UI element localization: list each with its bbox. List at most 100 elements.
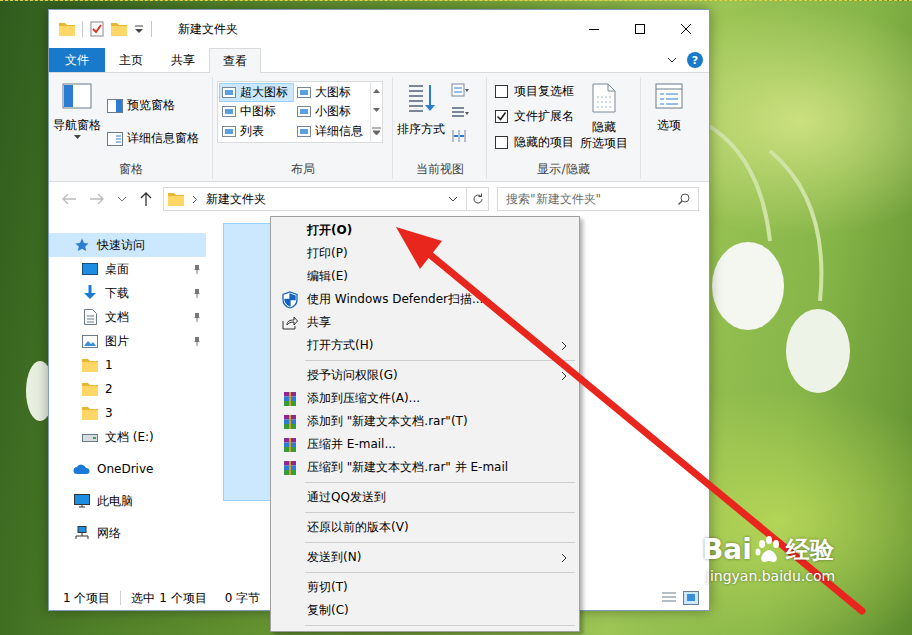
checkbox[interactable] xyxy=(495,85,508,98)
sidebar-item[interactable]: 桌面 xyxy=(49,257,206,281)
recent-dropdown-icon[interactable] xyxy=(117,195,127,203)
sidebar-item[interactable]: 2 xyxy=(49,377,206,401)
minimize-button[interactable] xyxy=(571,10,617,48)
layout-scroll[interactable] xyxy=(370,82,382,142)
sort-button[interactable]: 排序方式 xyxy=(397,77,445,161)
sidebar-item[interactable]: 快速访问 xyxy=(49,233,206,257)
search-icon xyxy=(678,193,690,205)
pin-icon[interactable] xyxy=(192,336,202,346)
checkbox-row[interactable]: 项目复选框 xyxy=(495,83,574,100)
menu-item[interactable]: 发送到(N) xyxy=(273,546,577,569)
pictures-icon xyxy=(82,335,98,348)
sidebar-item[interactable]: 3 xyxy=(49,401,206,425)
winrar-icon xyxy=(282,460,298,476)
window-title: 新建文件夹 xyxy=(178,21,238,38)
collapse-ribbon-icon[interactable] xyxy=(667,56,677,64)
title-bar: 新建文件夹 xyxy=(49,10,709,48)
layout-option[interactable]: 小图标 xyxy=(294,102,369,121)
checkbox-row[interactable]: 隐藏的项目 xyxy=(495,134,574,151)
maximize-button[interactable] xyxy=(617,10,663,48)
file-tab[interactable]: 文件 xyxy=(49,48,105,72)
dropdown-icon xyxy=(74,135,81,139)
close-button[interactable] xyxy=(663,10,709,48)
group-label: 布局 xyxy=(217,161,388,179)
menu-item[interactable]: 添加到压缩文件(A)... xyxy=(273,387,577,410)
details-pane-button[interactable]: 详细信息窗格 xyxy=(107,130,199,147)
pin-icon[interactable] xyxy=(192,264,202,274)
pin-icon[interactable] xyxy=(192,288,202,298)
help-button[interactable]: ? xyxy=(687,52,703,68)
properties-icon[interactable] xyxy=(90,21,104,37)
hide-selected-button[interactable]: 隐藏所选项目 xyxy=(580,77,628,161)
window-controls xyxy=(571,10,709,48)
menu-item[interactable]: 授予访问权限(G) xyxy=(273,364,577,387)
menu-item[interactable]: 剪切(T) xyxy=(273,576,577,599)
check-icon xyxy=(496,111,507,122)
details-view-icon[interactable] xyxy=(661,591,677,605)
sidebar-item[interactable]: OneDrive xyxy=(49,457,206,481)
layout-option[interactable]: 大图标 xyxy=(294,83,369,102)
ribbon-tab[interactable]: 查看 xyxy=(209,48,261,73)
sidebar-item[interactable]: 下载 xyxy=(49,281,206,305)
refresh-button[interactable] xyxy=(466,188,488,210)
options-button[interactable]: 选项 xyxy=(645,77,693,179)
menu-item[interactable]: 复制(C) xyxy=(273,599,577,622)
layout-gallery: 超大图标 大图标 中图标 小图标 列表 详细信息 xyxy=(217,81,383,143)
watermark: Bai 经验 jingyan.baidu.com xyxy=(702,533,835,585)
pin-icon[interactable] xyxy=(192,312,202,322)
large-icons-view-icon[interactable] xyxy=(683,591,699,605)
close-icon xyxy=(681,24,691,34)
address-field[interactable]: 新建文件夹 xyxy=(163,187,489,211)
back-icon[interactable] xyxy=(61,192,77,206)
menu-item[interactable]: 添加到 "新建文本文档.rar"(T) xyxy=(273,410,577,433)
menu-item[interactable]: 编辑(E) xyxy=(273,265,577,288)
preview-pane-button[interactable]: 预览窗格 xyxy=(107,97,199,114)
up-icon[interactable] xyxy=(139,191,153,207)
winrar-icon xyxy=(282,414,298,430)
sidebar-item[interactable]: 网络 xyxy=(49,521,206,545)
menu-item[interactable]: 打印(P) xyxy=(273,242,577,265)
checkbox[interactable] xyxy=(495,110,508,123)
menu-item[interactable]: 打开(O) xyxy=(273,219,577,242)
ribbon-extra: ? xyxy=(667,48,709,72)
breadcrumb[interactable]: 新建文件夹 xyxy=(206,191,266,208)
menu-item[interactable]: 使用 Windows Defender扫描... xyxy=(273,288,577,311)
menu-item[interactable]: 共享 xyxy=(273,311,577,334)
menu-separator xyxy=(305,542,575,543)
checkbox[interactable] xyxy=(495,136,508,149)
quick-access-toolbar xyxy=(49,21,152,37)
sidebar-item[interactable]: 此电脑 xyxy=(49,489,206,513)
desktop-icon xyxy=(82,263,98,275)
group-label: 当前视图 xyxy=(397,161,482,179)
view-icon xyxy=(297,126,311,137)
sidebar-item[interactable]: 文档 (E:) xyxy=(49,425,206,449)
navigation-pane-button[interactable]: 导航窗格 xyxy=(53,77,101,161)
layout-option[interactable]: 中图标 xyxy=(219,102,294,121)
sidebar-item[interactable]: 图片 xyxy=(49,329,206,353)
layout-option[interactable]: 列表 xyxy=(219,122,294,141)
menu-item[interactable]: 通过QQ发送到 xyxy=(273,486,577,509)
view-icon xyxy=(297,87,311,98)
sidebar-item[interactable]: 文档 xyxy=(49,305,206,329)
address-dropdown-icon[interactable] xyxy=(448,195,458,203)
star-icon xyxy=(75,238,89,252)
add-columns-icon[interactable] xyxy=(451,106,469,120)
checkbox-row[interactable]: 文件扩展名 xyxy=(495,108,574,125)
menu-item[interactable]: 压缩并 E-mail... xyxy=(273,433,577,456)
hide-items-icon xyxy=(592,83,616,113)
search-field[interactable]: 搜索"新建文件夹" xyxy=(497,187,699,211)
menu-item[interactable]: 打开方式(H) xyxy=(273,334,577,357)
menu-item[interactable]: 还原以前的版本(V) xyxy=(273,516,577,539)
customize-dropdown-icon[interactable] xyxy=(134,24,144,34)
options-group: 选项 xyxy=(641,77,693,179)
forward-icon[interactable] xyxy=(89,192,105,206)
size-columns-icon[interactable] xyxy=(451,129,469,143)
ribbon-tab[interactable]: 共享 xyxy=(157,48,209,72)
layout-option[interactable]: 详细信息 xyxy=(294,122,369,141)
sidebar-item[interactable]: 1 xyxy=(49,353,206,377)
new-folder-icon[interactable] xyxy=(111,22,127,36)
menu-item[interactable]: 压缩到 "新建文本文档.rar" 并 E-mail xyxy=(273,456,577,479)
group-by-icon[interactable] xyxy=(451,83,469,97)
layout-option[interactable]: 超大图标 xyxy=(219,83,294,102)
ribbon-tab[interactable]: 主页 xyxy=(105,48,157,72)
